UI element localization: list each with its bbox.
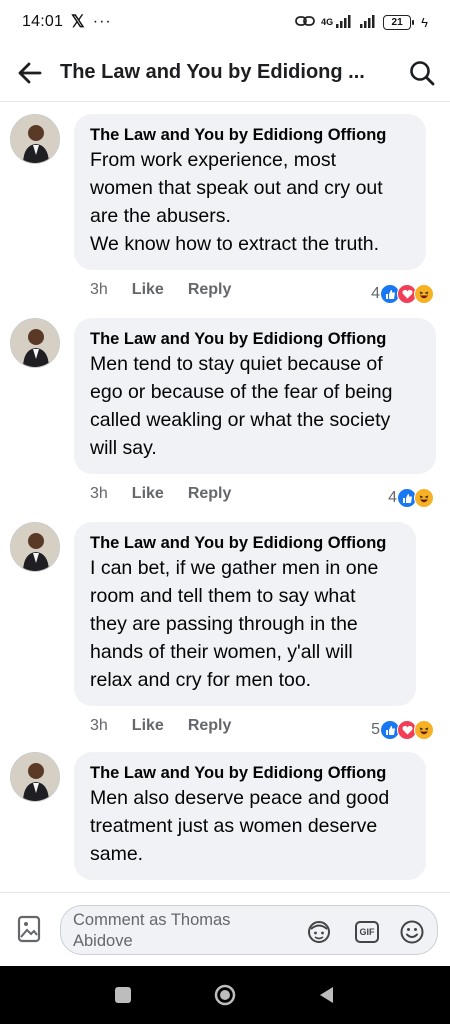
arrow-left-icon [18,62,42,83]
avatar[interactable] [10,318,60,368]
comment-actions: 3h Like Reply [90,714,255,738]
comment-text-line: called weakling or what the society [90,409,391,431]
link-icon [295,14,315,31]
like-button[interactable]: Like [132,485,164,503]
home-button[interactable] [213,983,237,1007]
system-back-button[interactable] [314,983,338,1007]
gif-button[interactable]: GIF [353,918,381,946]
comment-time[interactable]: 3h [90,485,108,503]
comment-author[interactable]: The Law and You by Edidiong Offiong [90,532,400,554]
comment-bubble[interactable]: The Law and You by Edidiong Offiong Men … [74,752,426,880]
recents-button[interactable] [111,983,135,1007]
status-right: 4G 21 ϟ [295,14,428,31]
comment-actions: 3h Like Reply [90,482,255,506]
comment-text-line: they are passing through in the [90,613,358,635]
comment-text-line: Men tend to stay quiet because of [90,353,383,375]
comment-text-line: women that speak out and cry out [90,177,383,199]
comment-time[interactable]: 3h [90,717,108,735]
page-title: The Law and You by Edidiong ... [60,61,365,83]
avatar-sticker-icon [308,921,330,943]
comment-placeholder: Comment as Thomas Abidove [73,911,231,950]
haha-icon [414,284,434,304]
status-time: 14:01 [22,13,64,30]
image-icon [17,915,41,943]
comment-text-line: ego or because of the fear of being [90,381,393,403]
comment-text-line: I can bet, if we gather men in one [90,557,379,579]
circle-icon [214,984,236,1006]
comments-list: The Law and You by Edidiong Offiong From… [0,102,450,892]
reply-button[interactable]: Reply [188,281,232,299]
add-photo-button[interactable] [16,915,44,943]
status-left: 14:01 𝕏 ··· [22,12,112,32]
gif-icon: GIF [355,921,379,943]
reactions-summary[interactable]: 4 [371,282,434,306]
comment-text-line: From work experience, most [90,149,336,171]
comment-bubble[interactable]: The Law and You by Edidiong Offiong Men … [74,318,436,474]
like-button[interactable]: Like [132,281,164,299]
back-button[interactable] [0,44,60,102]
reactions-summary[interactable]: 4 [388,486,434,510]
battery-icon: 21 [383,14,415,30]
emoji-button[interactable] [398,918,426,946]
battery-level: 21 [391,16,403,28]
comment-author[interactable]: The Law and You by Edidiong Offiong [90,124,410,146]
reply-button[interactable]: Reply [188,485,232,503]
reaction-count: 5 [371,721,380,738]
signal-icon-1 [335,14,353,31]
comment-text-line: room and tell them to say what [90,585,356,607]
comment-time[interactable]: 3h [90,281,108,299]
avatar[interactable] [10,114,60,164]
avatar[interactable] [10,522,60,572]
triangle-back-icon [320,987,333,1003]
comment-text-line: hands of their women, y'all will [90,641,353,663]
gif-label: GIF [359,927,375,937]
comment-text-line: treatment just as women deserve [90,815,378,837]
search-icon [410,60,435,85]
comment-text-line: same. [90,843,144,865]
signal-icon-2 [359,14,377,31]
comment-input[interactable]: Comment as Thomas Abidove GIF [60,905,438,955]
comment-bubble[interactable]: The Law and You by Edidiong Offiong I ca… [74,522,416,706]
comment-author[interactable]: The Law and You by Edidiong Offiong [90,328,420,350]
comment-text-line: We know how to extract the truth. [90,233,380,255]
square-icon [115,987,131,1003]
top-app-bar: The Law and You by Edidiong ... [0,44,450,102]
charging-icon: ϟ [421,14,428,30]
comment-text-line: relax and cry for men too. [90,669,312,691]
comment-actions: 3h Like Reply [90,278,255,302]
x-app-icon: 𝕏 [71,12,85,31]
comment-text-line: Men also deserve peace and good [90,787,390,809]
network-type: 4G [321,17,334,27]
avatar[interactable] [10,752,60,802]
comment-bubble[interactable]: The Law and You by Edidiong Offiong From… [74,114,426,270]
system-nav-bar [0,966,450,1024]
reaction-count: 4 [371,285,380,302]
status-bar: 14:01 𝕏 ··· 4G 21 ϟ [0,0,450,44]
search-button[interactable] [394,44,450,102]
smiley-icon [400,920,424,944]
avatar-sticker-button[interactable] [305,918,333,946]
comment-text-line: will say. [90,437,157,459]
reaction-count: 4 [388,489,397,506]
reactions-summary[interactable]: 5 [371,718,434,742]
like-button[interactable]: Like [132,717,164,735]
haha-icon [414,720,434,740]
comment-author[interactable]: The Law and You by Edidiong Offiong [90,762,410,784]
comment-text-line: are the abusers. [90,205,231,227]
haha-icon [414,488,434,508]
comment-composer: Comment as Thomas Abidove GIF [0,892,450,966]
more-notifications-icon: ··· [92,13,112,30]
reply-button[interactable]: Reply [188,717,232,735]
